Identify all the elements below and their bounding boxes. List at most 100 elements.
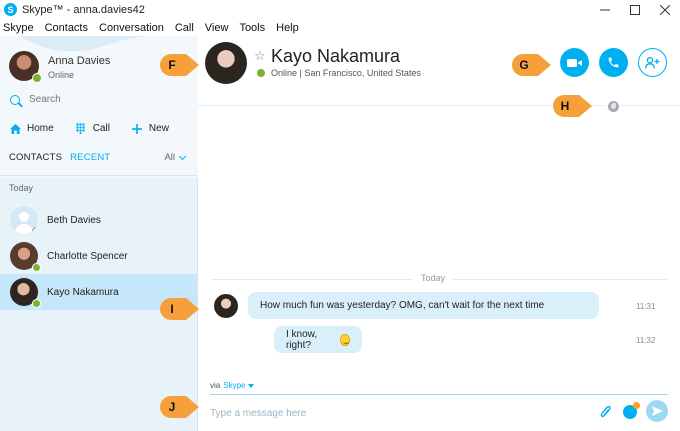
- menu-conversation[interactable]: Conversation: [99, 22, 164, 34]
- callout-h-label: H: [560, 99, 570, 113]
- maximize-icon: [630, 4, 640, 15]
- callout-g-label: G: [519, 58, 529, 72]
- maximize-button[interactable]: [620, 0, 650, 19]
- message-bubble-outgoing[interactable]: I know, right?: [274, 326, 362, 353]
- home-label: Home: [27, 123, 54, 134]
- window-controls: [590, 0, 680, 19]
- recent-item-charlotte-spencer[interactable]: Charlotte Spencer: [0, 238, 197, 274]
- home-button[interactable]: Home: [10, 123, 54, 134]
- recent-item-name: Beth Davies: [47, 214, 101, 226]
- emoticon-icon[interactable]: [623, 402, 640, 419]
- offline-status-icon: [32, 227, 38, 234]
- call-button[interactable]: Call: [75, 123, 110, 134]
- message-input[interactable]: [210, 404, 570, 422]
- contact-tabs: CONTACTS RECENT All: [9, 152, 189, 163]
- message-timestamp: 11:32: [636, 336, 656, 345]
- close-button[interactable]: [650, 0, 680, 19]
- online-status-icon: [32, 263, 41, 272]
- menu-contacts[interactable]: Contacts: [45, 22, 88, 34]
- profile-status[interactable]: Online: [48, 70, 74, 80]
- callout-arrow-shape: [160, 396, 199, 418]
- callout-f-label: F: [168, 58, 176, 72]
- chevron-down-icon: [178, 152, 187, 160]
- add-people-button[interactable]: [638, 48, 667, 77]
- video-camera-icon: [567, 58, 582, 67]
- callout-arrow-shape: [160, 54, 199, 76]
- phone-icon: [608, 57, 619, 68]
- profile-name[interactable]: Anna Davies: [48, 55, 110, 67]
- sidebar-divider: [0, 175, 197, 176]
- plus-icon: [131, 123, 142, 134]
- search-icon: [10, 94, 20, 105]
- contact-status: Online | San Francisco, United States: [271, 68, 421, 78]
- add-user-icon: [645, 56, 660, 69]
- globe-icon[interactable]: [606, 99, 621, 114]
- recent-item-name: Charlotte Spencer: [47, 250, 128, 262]
- minimize-button[interactable]: [590, 0, 620, 19]
- paperclip-icon[interactable]: [600, 405, 611, 422]
- online-status-icon: [32, 73, 42, 83]
- close-icon: [660, 4, 670, 15]
- callout-j: J: [160, 396, 199, 418]
- search-bar: [10, 94, 179, 105]
- new-button[interactable]: New: [131, 123, 169, 134]
- default-avatar-icon: [10, 206, 38, 234]
- filter-dropdown[interactable]: All: [164, 152, 187, 163]
- home-icon: [10, 123, 21, 134]
- conversation-panel: ☆ Kayo Nakamura Online | San Francisco, …: [198, 36, 680, 431]
- menu-tools[interactable]: Tools: [239, 22, 265, 34]
- tab-recent[interactable]: RECENT: [70, 152, 110, 163]
- contact-name[interactable]: Kayo Nakamura: [271, 46, 400, 67]
- sidebar: Anna Davies Online Home Call: [0, 36, 198, 431]
- callout-arrow-shape: [553, 95, 592, 117]
- contact-avatar[interactable]: [205, 42, 247, 84]
- compose-divider: [210, 394, 668, 395]
- recent-section-label: Today: [9, 183, 34, 193]
- menu-view[interactable]: View: [205, 22, 229, 34]
- profile-avatar[interactable]: [9, 51, 42, 83]
- conversation-header: ☆ Kayo Nakamura Online | San Francisco, …: [198, 36, 680, 106]
- skype-logo-icon: S: [4, 3, 17, 16]
- callout-i: I: [160, 298, 199, 320]
- menu-call[interactable]: Call: [175, 22, 194, 34]
- via-selector: via Skype: [210, 381, 255, 390]
- via-label: via: [210, 381, 221, 390]
- paperclip-shape: [600, 405, 611, 418]
- window-title: Skype™ - anna.davies42: [22, 3, 145, 16]
- online-status-icon: [32, 299, 41, 308]
- smiley-emoji-icon: [339, 333, 350, 346]
- message-text: How much fun was yesterday? OMG, can't w…: [260, 300, 545, 311]
- minimize-icon: [600, 9, 610, 10]
- callout-arrow-shape: [160, 298, 199, 320]
- search-input[interactable]: [29, 94, 179, 105]
- callout-arrow-shape: [512, 54, 551, 76]
- caret-down-icon[interactable]: [248, 383, 255, 388]
- call-label: Call: [92, 123, 110, 134]
- callout-i-label: I: [170, 302, 174, 316]
- message-text: I know, right?: [286, 328, 318, 351]
- message-sender-avatar[interactable]: [214, 294, 238, 318]
- callout-g: G: [512, 54, 551, 76]
- callout-f: F: [160, 54, 199, 76]
- dialpad-icon: [75, 123, 85, 134]
- favorite-star-icon[interactable]: ☆: [254, 48, 266, 64]
- online-status-icon: [257, 69, 265, 77]
- day-label: Today: [413, 273, 454, 283]
- new-label: New: [148, 123, 169, 134]
- tab-contacts[interactable]: CONTACTS: [9, 152, 62, 163]
- voice-call-button[interactable]: [599, 48, 628, 77]
- message-timestamp: 11:31: [636, 302, 656, 311]
- menu-help[interactable]: Help: [276, 22, 299, 34]
- send-button[interactable]: [646, 400, 668, 422]
- sidebar-nav: Home Call New: [10, 123, 191, 134]
- callout-h: H: [553, 95, 592, 117]
- menu-skype[interactable]: Skype: [3, 22, 34, 34]
- video-call-button[interactable]: [560, 48, 589, 77]
- recent-item-beth-davies[interactable]: Beth Davies: [0, 202, 197, 238]
- message-bubble-incoming[interactable]: How much fun was yesterday? OMG, can't w…: [248, 292, 599, 319]
- via-service-dropdown[interactable]: Skype: [223, 381, 245, 390]
- avatar: [10, 242, 41, 272]
- filter-label: All: [164, 152, 175, 163]
- menu-bar: Skype Contacts Conversation Call View To…: [0, 19, 680, 36]
- recent-item-name: Kayo Nakamura: [47, 286, 119, 298]
